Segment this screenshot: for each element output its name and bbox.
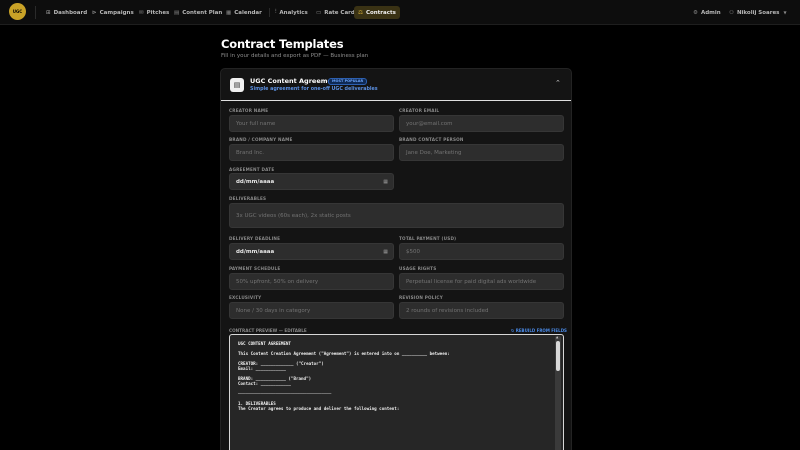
creator-name-label: CREATOR NAME <box>229 108 269 113</box>
nav-item-label: Campaigns <box>99 9 134 16</box>
creator-name-input[interactable]: Your full name <box>229 115 394 132</box>
mail-icon: ✉ <box>139 9 144 16</box>
page-title: Contract Templates <box>221 37 344 51</box>
agreement-date-label: AGREEMENT DATE <box>229 167 275 172</box>
rebuild-from-fields-button[interactable]: ↻ REBUILD FROM FIELDS <box>511 328 567 333</box>
user-icon: ⚇ <box>729 9 734 16</box>
grid-icon: ⊞ <box>46 9 51 16</box>
contract-preview-label: CONTRACT PREVIEW — EDITABLE <box>229 328 307 333</box>
contract-template-card: ▤ UGC Content Agreement MOST POPULAR Sim… <box>220 68 572 450</box>
page-subtitle: Fill in your details and export as PDF —… <box>221 53 369 59</box>
gear-icon: ⚙ <box>693 9 698 16</box>
template-subtitle: Simple agreement for one-off UGC deliver… <box>250 87 378 92</box>
nav-item-label: Dashboard <box>53 9 88 16</box>
brand-contact-input[interactable]: Jane Doe, Marketing <box>399 144 564 161</box>
nav-item-label: Analytics <box>279 9 308 16</box>
nav-item-content-plan[interactable]: ▤ Content Plan <box>170 6 226 19</box>
usage-rights-label: USAGE RIGHTS <box>399 266 437 271</box>
deliverables-textarea[interactable]: 3x UGC videos (60s each), 2x static post… <box>229 203 564 228</box>
payment-schedule-input[interactable]: 50% upfront, 50% on delivery <box>229 273 394 290</box>
popular-badge: MOST POPULAR <box>328 78 368 85</box>
calendar-icon[interactable]: ▦ <box>383 179 388 185</box>
nav-item-campaigns[interactable]: ⊳ Campaigns <box>88 6 138 19</box>
brand-name-label: BRAND / COMPANY NAME <box>229 137 293 142</box>
nav-item-label: Calendar <box>234 9 262 16</box>
chevron-down-icon: ▼ <box>783 10 787 15</box>
calendar-icon: ▦ <box>226 9 232 16</box>
top-nav: UGC ⊞ Dashboard ⊳ Campaigns ✉ Pitches ▤ … <box>0 0 800 25</box>
payment-schedule-label: PAYMENT SCHEDULE <box>229 266 281 271</box>
brand-contact-label: BRAND CONTACT PERSON <box>399 137 464 142</box>
deliverables-label: DELIVERABLES <box>229 196 267 201</box>
exclusivity-input[interactable]: None / 30 days in category <box>229 302 394 319</box>
total-payment-input[interactable]: $500 <box>399 243 564 260</box>
revision-policy-label: REVISION POLICY <box>399 295 443 300</box>
scroll-up-arrow-icon[interactable]: ▲ <box>556 335 558 339</box>
delivery-deadline-value: dd/mm/aaaa <box>236 248 275 255</box>
revision-policy-input[interactable]: 2 rounds of revisions included <box>399 302 564 319</box>
chart-icon: ⫶ <box>275 9 277 15</box>
card-header[interactable]: ▤ UGC Content Agreement MOST POPULAR Sim… <box>221 69 571 101</box>
contract-preview-textarea[interactable]: UGC CONTENT AGREEMENT This Content Creat… <box>229 334 564 450</box>
admin-label: Admin <box>700 9 721 16</box>
agreement-date-input[interactable]: dd/mm/aaaa ▦ <box>229 173 394 190</box>
nav-item-label: Contracts <box>365 9 396 16</box>
delivery-deadline-input[interactable]: dd/mm/aaaa ▦ <box>229 243 394 260</box>
calendar-icon[interactable]: ▦ <box>383 249 388 255</box>
chevron-up-icon[interactable]: ⌃ <box>555 79 561 87</box>
nav-item-calendar[interactable]: ▦ Calendar <box>222 6 266 19</box>
preview-scrollbar-thumb[interactable] <box>556 341 560 371</box>
nav-item-label: Pitches <box>146 9 170 16</box>
document-icon: ▤ <box>230 78 244 92</box>
usage-rights-input[interactable]: Perpetual license for paid digital ads w… <box>399 273 564 290</box>
template-title: UGC Content Agreement <box>250 77 340 85</box>
document-glyph: ▤ <box>233 81 241 89</box>
nav-item-dashboard[interactable]: ⊞ Dashboard <box>42 6 91 19</box>
creator-email-label: CREATOR EMAIL <box>399 108 440 113</box>
brand-name-input[interactable]: Brand Inc. <box>229 144 394 161</box>
nav-item-analytics[interactable]: ⫶ Analytics <box>271 6 312 19</box>
megaphone-icon: ⊳ <box>92 9 97 16</box>
logo-text: UGC <box>12 8 23 14</box>
total-payment-label: TOTAL PAYMENT (USD) <box>399 236 457 241</box>
creator-email-input[interactable]: your@email.com <box>399 115 564 132</box>
agreement-date-value: dd/mm/aaaa <box>236 178 275 185</box>
nav-item-label: Content Plan <box>182 9 223 16</box>
exclusivity-label: EXCLUSIVITY <box>229 295 262 300</box>
nav-item-rate-card[interactable]: ▭ Rate Card <box>312 6 359 19</box>
card-icon: ▭ <box>316 9 322 16</box>
nav-item-label: Rate Card <box>324 9 355 16</box>
nav-item-contracts[interactable]: ⚖ Contracts <box>354 6 400 19</box>
admin-link[interactable]: ⚙ Admin <box>689 6 725 19</box>
document-icon: ▤ <box>174 9 180 16</box>
user-name: Nikolij Soares <box>736 9 780 16</box>
nav-item-pitches[interactable]: ✉ Pitches <box>135 6 173 19</box>
contract-icon: ⚖ <box>358 9 363 16</box>
delivery-deadline-label: DELIVERY DEADLINE <box>229 236 281 241</box>
user-menu[interactable]: ⚇ Nikolij Soares ▼ <box>725 6 791 19</box>
logo[interactable]: UGC <box>9 3 26 20</box>
nav-divider <box>269 8 270 17</box>
nav-divider <box>35 6 36 19</box>
